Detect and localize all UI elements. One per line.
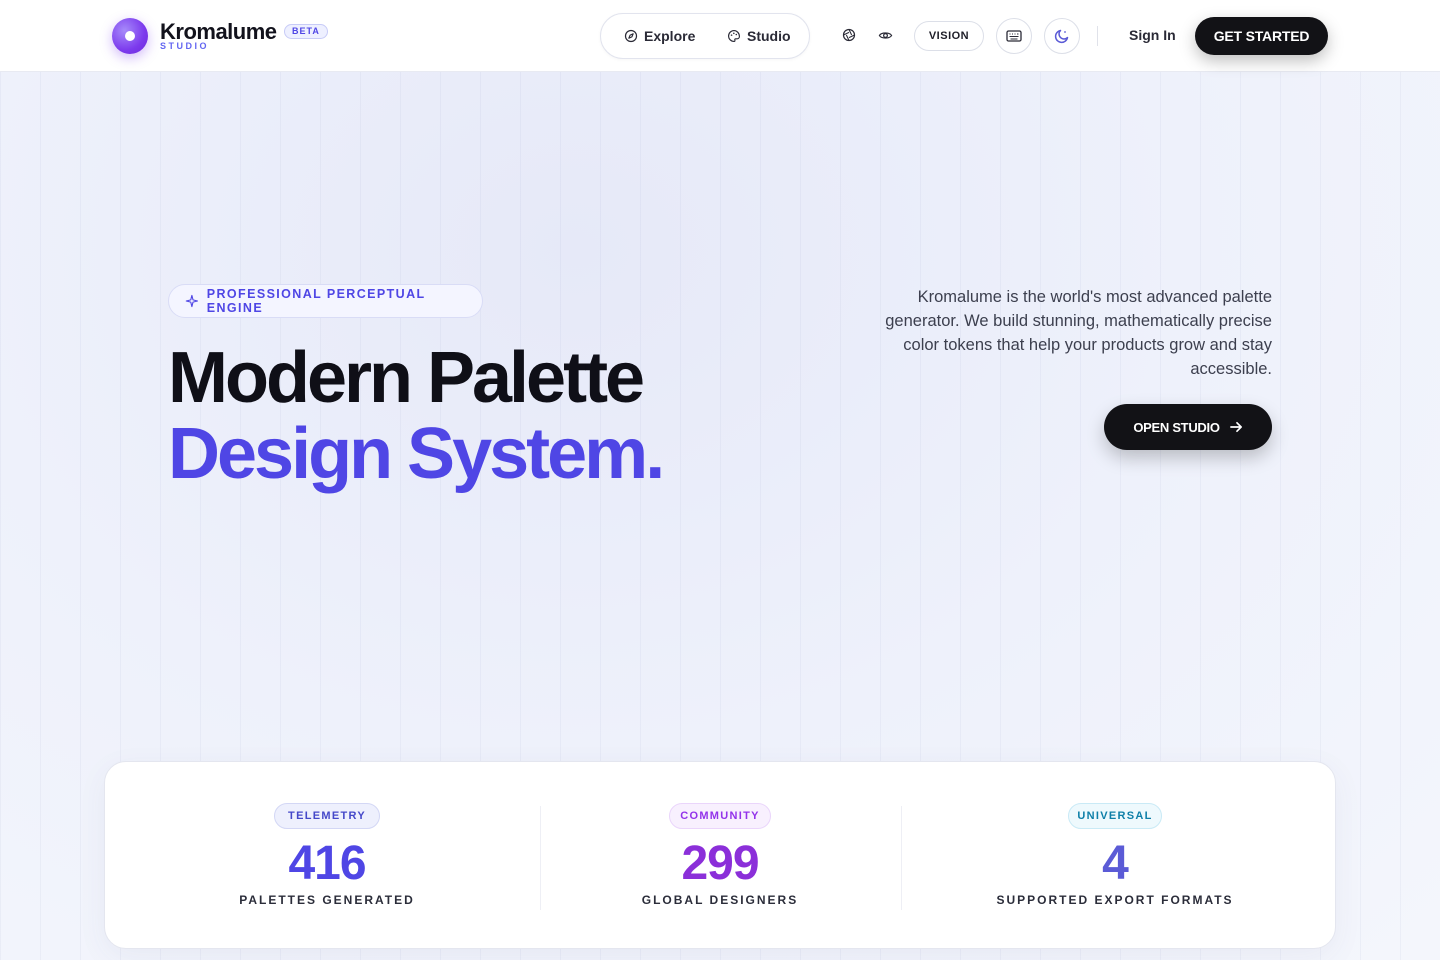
logo-orb-icon[interactable] — [112, 18, 148, 54]
vision-button[interactable]: VISION — [914, 21, 984, 51]
hero-headline-line1: Modern Palette — [168, 338, 645, 418]
sparkle-icon — [185, 294, 199, 308]
stat-tag: COMMUNITY — [669, 803, 771, 829]
eye-icon-button[interactable] — [876, 26, 894, 44]
stat-label: PALETTES GENERATED — [239, 893, 415, 907]
palette-icon — [728, 30, 740, 42]
arrow-right-icon — [1229, 421, 1242, 433]
stat-value: 4 — [1102, 837, 1129, 890]
stat-value: 299 — [681, 837, 759, 890]
nav-link-explore[interactable]: Explore — [624, 28, 695, 44]
top-navbar: Kromalume STUDIO BETA Explore Studio VIS… — [0, 0, 1440, 72]
theme-toggle-button[interactable] — [1044, 18, 1080, 54]
hero-description: Kromalume is the world's most advanced p… — [885, 288, 1272, 378]
stat-community: COMMUNITY 299 GLOBAL DESIGNERS — [541, 762, 901, 950]
keyboard-icon — [1006, 30, 1022, 42]
sign-in-link[interactable]: Sign In — [1129, 27, 1176, 43]
stat-tag: TELEMETRY — [274, 803, 380, 829]
eye-icon — [878, 31, 892, 39]
nav-link-studio[interactable]: Studio — [727, 28, 791, 44]
aperture-icon — [842, 28, 856, 42]
hero-badge: PROFESSIONAL PERCEPTUAL ENGINE — [168, 284, 483, 318]
hero-headline-line2: Design System. — [168, 414, 665, 494]
nav-link-label: Explore — [644, 28, 696, 44]
aperture-icon-button[interactable] — [840, 26, 858, 44]
open-studio-label: OPEN STUDIO — [1133, 419, 1220, 435]
stat-universal: UNIVERSAL 4 SUPPORTED EXPORT FORMATS — [901, 762, 1337, 950]
moon-icon — [1054, 29, 1069, 44]
beta-badge: BETA — [284, 24, 328, 39]
nav-divider — [1097, 26, 1098, 46]
hero-badge-label: PROFESSIONAL PERCEPTUAL ENGINE — [206, 287, 426, 315]
brand-subtitle: STUDIO — [160, 41, 210, 51]
compass-icon — [624, 29, 638, 43]
get-started-button[interactable]: GET STARTED — [1195, 17, 1328, 55]
stat-label: GLOBAL DESIGNERS — [641, 893, 799, 907]
stats-card: TELEMETRY 416 PALETTES GENERATED COMMUNI… — [104, 761, 1336, 949]
primary-nav: Explore Studio — [600, 13, 810, 59]
nav-link-label: Studio — [747, 28, 791, 44]
open-studio-button[interactable]: OPEN STUDIO — [1104, 404, 1272, 450]
stat-tag: UNIVERSAL — [1068, 803, 1162, 829]
stat-telemetry: TELEMETRY 416 PALETTES GENERATED — [105, 762, 541, 950]
keyboard-button[interactable] — [996, 18, 1032, 54]
stat-label: SUPPORTED EXPORT FORMATS — [996, 893, 1234, 907]
stat-value: 416 — [288, 837, 366, 890]
